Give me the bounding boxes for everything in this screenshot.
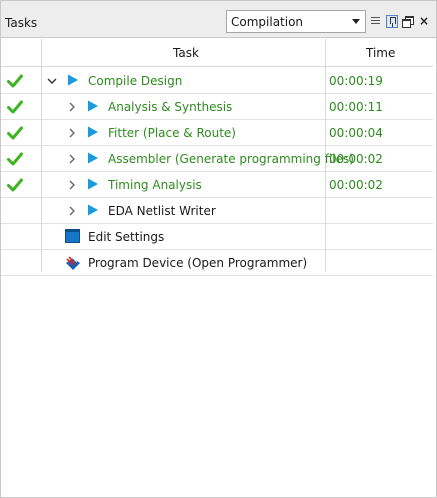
check-icon xyxy=(7,178,23,192)
column-header-task[interactable]: Task xyxy=(173,46,199,60)
panel-title: Tasks xyxy=(5,16,38,30)
table-header: Task Time xyxy=(1,39,433,67)
chevron-down-icon[interactable] xyxy=(47,75,57,87)
task-label[interactable]: Compile Design xyxy=(88,74,182,88)
task-time: 00:00:11 xyxy=(329,100,383,114)
table-row[interactable]: Compile Design 00:00:19 xyxy=(1,68,433,94)
column-header-time[interactable]: Time xyxy=(366,46,395,60)
titlebar-controls: Compilation × xyxy=(226,9,430,33)
check-icon xyxy=(7,152,23,166)
chevron-right-icon[interactable] xyxy=(67,127,77,139)
check-icon xyxy=(7,74,23,88)
task-label[interactable]: Timing Analysis xyxy=(108,178,202,192)
play-icon[interactable] xyxy=(87,204,99,216)
table-row[interactable]: Edit Settings xyxy=(1,224,433,250)
table-row[interactable]: Analysis & Synthesis 00:00:11 xyxy=(1,94,433,120)
task-time: 00:00:02 xyxy=(329,152,383,166)
programmer-icon[interactable] xyxy=(65,255,81,271)
task-label[interactable]: Fitter (Place & Route) xyxy=(108,126,236,140)
tasks-table: Task Time Compile Design 00:00:19 Analysis… xyxy=(1,39,436,498)
list-icon[interactable] xyxy=(370,15,382,27)
settings-icon[interactable] xyxy=(65,229,80,243)
chevron-right-icon[interactable] xyxy=(67,205,77,217)
table-row[interactable]: Assembler (Generate programming files) 00… xyxy=(1,146,433,172)
task-time: 00:00:02 xyxy=(329,178,383,192)
flow-selector[interactable]: Compilation xyxy=(226,9,366,33)
task-label[interactable]: Edit Settings xyxy=(88,230,164,244)
check-icon xyxy=(7,126,23,140)
task-label[interactable]: Assembler (Generate programming files) xyxy=(108,152,354,166)
play-icon[interactable] xyxy=(87,178,99,190)
pin-icon[interactable] xyxy=(386,14,398,28)
chevron-down-icon[interactable] xyxy=(352,18,360,24)
chevron-right-icon[interactable] xyxy=(67,179,77,191)
play-icon[interactable] xyxy=(87,126,99,138)
table-row[interactable]: Program Device (Open Programmer) xyxy=(1,250,433,276)
task-label[interactable]: EDA Netlist Writer xyxy=(108,204,216,218)
check-icon xyxy=(7,100,23,114)
table-row[interactable]: Timing Analysis 00:00:02 xyxy=(1,172,433,198)
task-label[interactable]: Program Device (Open Programmer) xyxy=(88,256,307,270)
tasks-panel: Tasks Compilation × Task Time Compile De… xyxy=(0,0,437,498)
play-icon[interactable] xyxy=(87,100,99,112)
chevron-right-icon[interactable] xyxy=(67,101,77,113)
task-time: 00:00:04 xyxy=(329,126,383,140)
task-label[interactable]: Analysis & Synthesis xyxy=(108,100,232,114)
table-row[interactable]: EDA Netlist Writer xyxy=(1,198,433,224)
float-icon[interactable] xyxy=(402,15,414,28)
flow-selector-value: Compilation xyxy=(231,14,304,29)
chevron-right-icon[interactable] xyxy=(67,153,77,165)
play-icon[interactable] xyxy=(87,152,99,164)
task-time: 00:00:19 xyxy=(329,74,383,88)
play-icon[interactable] xyxy=(67,74,79,86)
close-icon[interactable]: × xyxy=(418,15,430,27)
panel-titlebar: Tasks Compilation × xyxy=(1,1,436,38)
table-row[interactable]: Fitter (Place & Route) 00:00:04 xyxy=(1,120,433,146)
